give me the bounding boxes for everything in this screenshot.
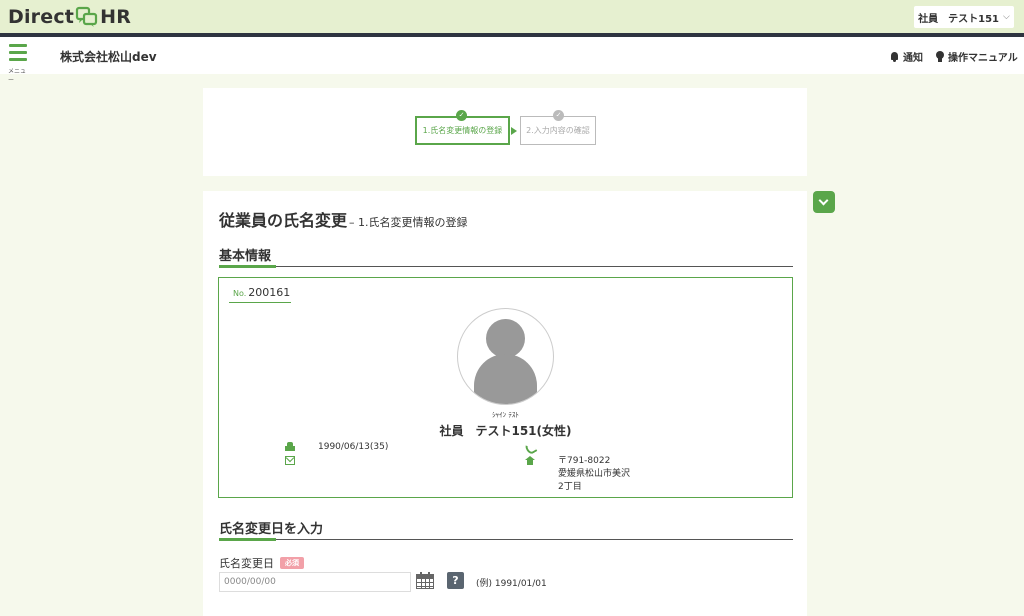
user-name: 社員 テスト151 bbox=[918, 13, 1000, 25]
chat-bubbles-logo-icon bbox=[75, 6, 98, 27]
notifications-label: 通知 bbox=[903, 53, 923, 64]
step-2-label: 2.入力内容の確認 bbox=[526, 126, 590, 135]
employee-kana: ｼｬｲﾝ ﾃｽﾄ bbox=[492, 411, 519, 419]
avatar bbox=[457, 308, 554, 405]
chevron-down-icon: ⌵ bbox=[1003, 12, 1010, 22]
home-icon bbox=[525, 456, 535, 465]
name-change-date-label: 氏名変更日 必須 bbox=[219, 555, 304, 571]
manual-link[interactable]: 操作マニュアル bbox=[936, 49, 1018, 64]
app-logo[interactable]: Direct HR bbox=[8, 5, 131, 29]
heading-underline bbox=[219, 265, 276, 268]
name-change-heading: 氏名変更日を入力 bbox=[219, 516, 793, 541]
user-menu-button[interactable]: 社員 テスト151 ⌵ bbox=[914, 6, 1014, 28]
step-2: 2.入力内容の確認 bbox=[520, 116, 596, 145]
basic-info-heading-text: 基本情報 bbox=[219, 249, 272, 264]
lightbulb-icon bbox=[936, 51, 944, 62]
notifications-link[interactable]: 通知 bbox=[890, 49, 923, 64]
address-line2: 2丁目 bbox=[558, 482, 582, 492]
employee-profile-card: No. 200161 ｼｬｲﾝ ﾃｽﾄ 社員 テスト151(女性) 1990/06… bbox=[218, 277, 793, 498]
required-badge: 必須 bbox=[280, 557, 304, 569]
page-subtitle: – 1.氏名変更情報の登録 bbox=[349, 216, 468, 229]
field-label-text: 氏名変更日 bbox=[219, 557, 274, 570]
heading-underline bbox=[219, 538, 276, 541]
employee-number-value: 200161 bbox=[248, 286, 291, 299]
name-change-heading-text: 氏名変更日を入力 bbox=[219, 522, 324, 537]
manual-label: 操作マニュアル bbox=[948, 53, 1018, 64]
employee-number-label: No. bbox=[233, 289, 247, 298]
phone-icon bbox=[525, 442, 535, 451]
help-icon[interactable]: ? bbox=[447, 572, 464, 589]
logo-text-hr: HR bbox=[100, 6, 132, 28]
company-name: 株式会社松山dev bbox=[60, 50, 157, 64]
employee-name: 社員 テスト151(女性) bbox=[439, 424, 572, 438]
hamburger-menu-button[interactable]: メニュー bbox=[8, 44, 30, 84]
brand-bar: Direct HR 社員 テスト151 ⌵ bbox=[0, 0, 1024, 33]
step-1-label: 1.氏名変更情報の登録 bbox=[422, 126, 503, 135]
menu-label: メニュー bbox=[8, 68, 27, 84]
bell-icon bbox=[890, 51, 899, 62]
date-example-text: (例) 1991/01/01 bbox=[476, 579, 547, 589]
page-title-text: 従業員の氏名変更 bbox=[219, 211, 348, 230]
app-header: メニュー 株式会社松山dev 通知 操作マニュアル bbox=[0, 37, 1024, 84]
step-arrow-icon bbox=[511, 127, 517, 135]
page-title: 従業員の氏名変更 – 1.氏名変更情報の登録 bbox=[219, 207, 468, 231]
step-1: 1.氏名変更情報の登録 bbox=[415, 116, 510, 145]
postal-code: 〒791-8022 bbox=[558, 456, 611, 466]
mail-icon bbox=[285, 456, 295, 465]
calendar-icon[interactable] bbox=[416, 572, 434, 589]
name-change-date-input[interactable] bbox=[219, 572, 411, 592]
progress-steps: ✓ 1.氏名変更情報の登録 ✓ 2.入力内容の確認 bbox=[203, 88, 807, 176]
basic-info-heading: 基本情報 bbox=[219, 243, 793, 268]
logo-text-direct: Direct bbox=[8, 6, 75, 28]
birth-date: 1990/06/13(35) bbox=[318, 442, 389, 452]
main-content: 従業員の氏名変更 – 1.氏名変更情報の登録 基本情報 No. 200161 ｼｬｲ… bbox=[203, 191, 807, 616]
collapse-toggle-button[interactable] bbox=[813, 191, 835, 213]
birthday-cake-icon bbox=[285, 442, 295, 451]
employee-number: No. 200161 bbox=[229, 286, 291, 303]
address-line1: 愛媛県松山市美沢 bbox=[558, 469, 631, 479]
